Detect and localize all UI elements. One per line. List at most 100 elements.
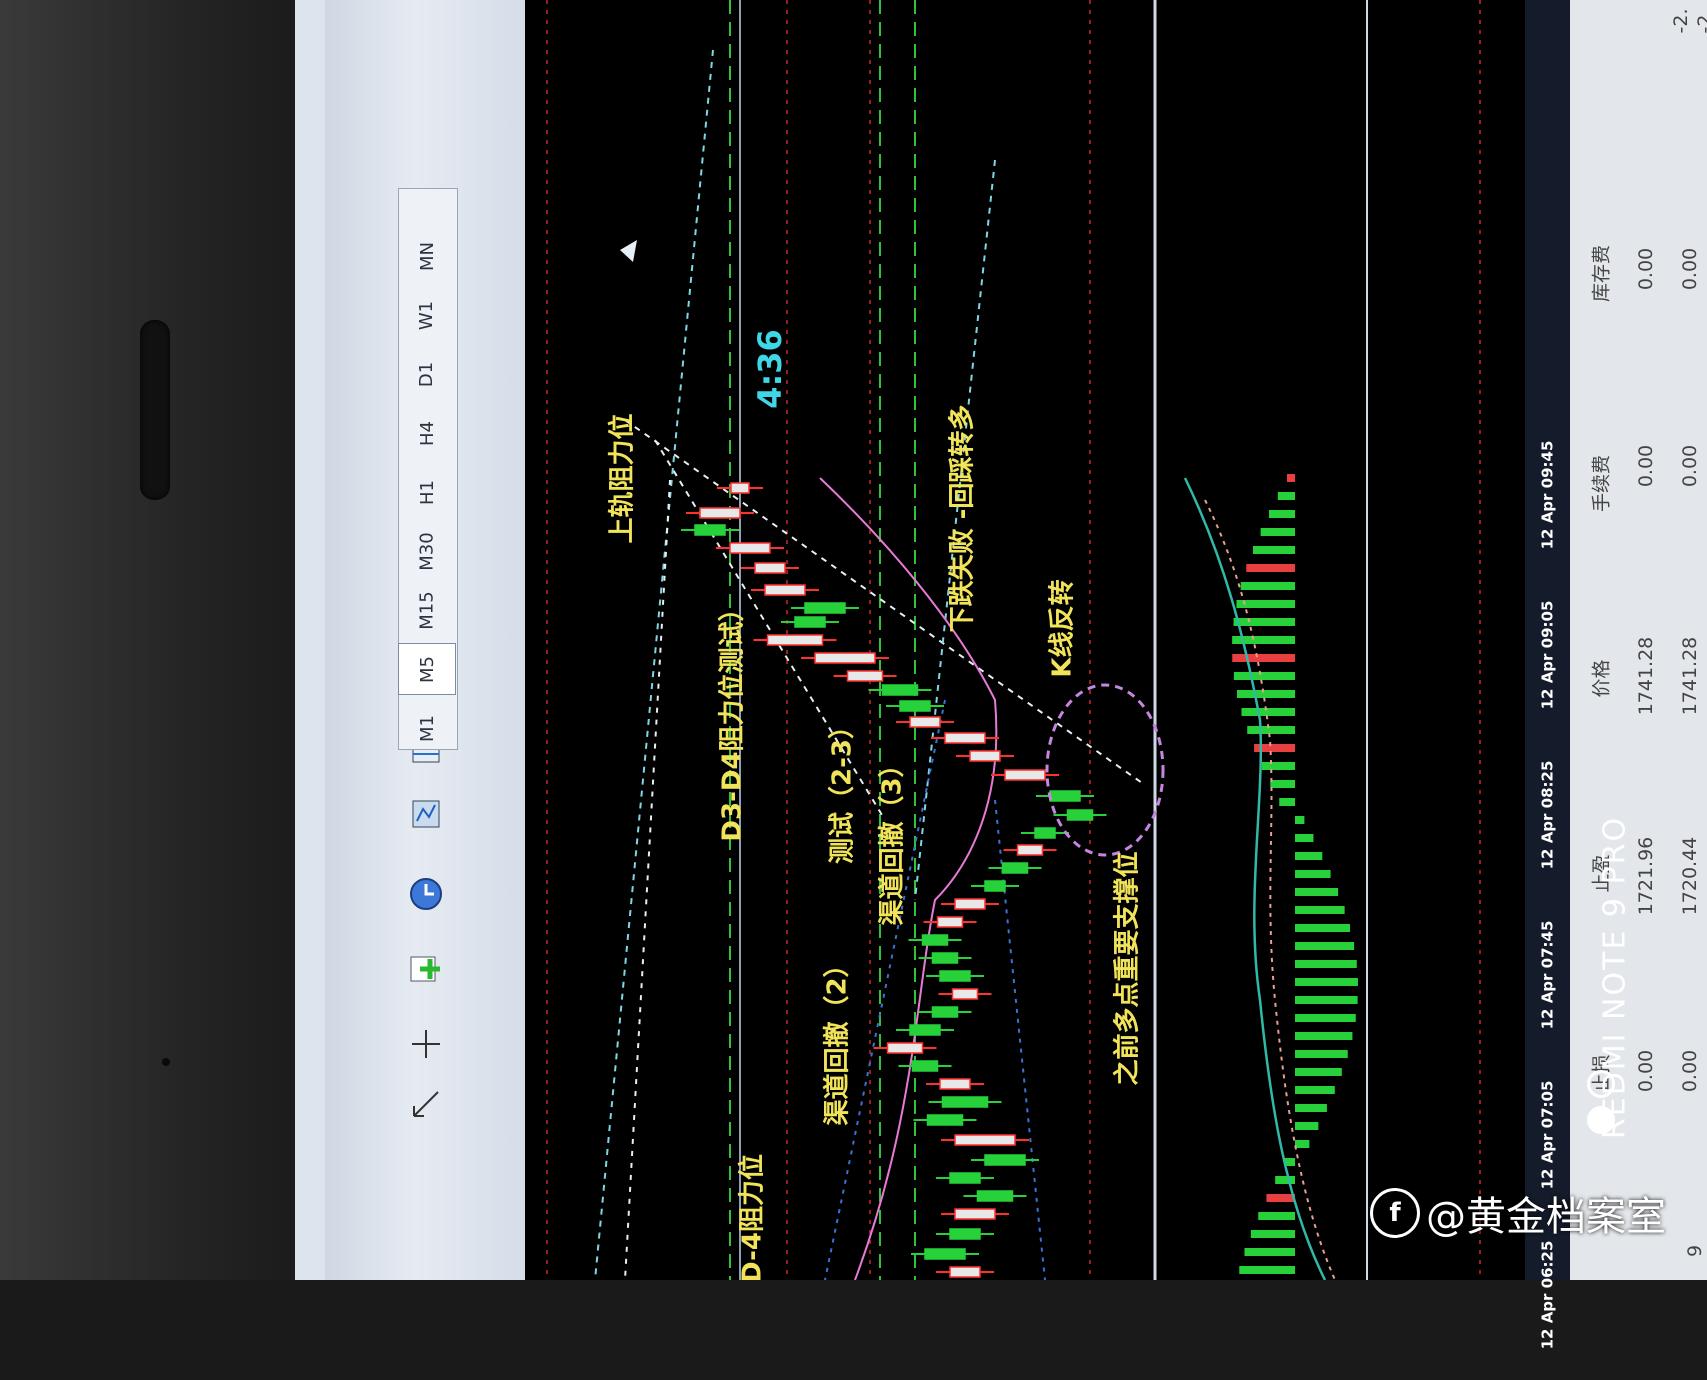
histogram-bar <box>1246 564 1295 572</box>
edge-value: -2. <box>1694 8 1707 34</box>
candle-body <box>931 1006 959 1018</box>
histogram-bar <box>1295 852 1323 860</box>
histogram-bar <box>1244 1248 1295 1256</box>
histogram-bar <box>1260 528 1295 536</box>
histogram-bar <box>1295 1032 1353 1040</box>
histogram-bar <box>1232 654 1295 662</box>
storage-value: 0.00 <box>1679 247 1701 291</box>
timeframe-label: M1 <box>416 714 438 742</box>
histogram-bar <box>1279 798 1295 806</box>
timeframe-m5[interactable]: M5 <box>398 643 456 695</box>
toutiao-logo-icon: f <box>1370 1188 1420 1238</box>
candle-body <box>1004 769 1046 781</box>
timeframe-label: M5 <box>416 655 438 683</box>
candle-body <box>939 970 971 982</box>
time-axis: 12 Apr 09:45 12 Apr 09:05 12 Apr 08:25 1… <box>1525 0 1570 1349</box>
candle-body <box>1034 827 1056 839</box>
watermark-text: @黄金档案室 <box>1426 1194 1666 1240</box>
channel-line-white <box>624 479 671 1280</box>
histogram-bar <box>1241 708 1295 716</box>
annotation-failure: 下跌失败 -回踩转多 <box>947 404 978 633</box>
timeframe-label: H1 <box>416 479 438 505</box>
cursor-arrow-icon <box>620 240 637 262</box>
histogram-bar <box>1295 1122 1319 1130</box>
annotation-upper_rail: 上轨阻力位 <box>607 413 638 544</box>
histogram-bar <box>1258 1212 1295 1220</box>
histogram-bar <box>1275 1176 1295 1184</box>
candle-body <box>764 584 806 596</box>
timeframe-m15[interactable]: M15 <box>398 584 456 636</box>
camera-model: REDMI NOTE 9 PRO <box>1597 815 1633 1140</box>
price-chart[interactable]: 上轨阻力位 D3-D4阻力位测试） 测试（2-3） 渠道回撤（3） 渠道回撤（2） 下跌失… <box>525 0 1525 1280</box>
price-value: 1741.28 <box>1635 636 1657 716</box>
histogram-bar <box>1295 816 1305 824</box>
candle-body <box>911 1060 939 1072</box>
timeframe-m1[interactable]: M1 <box>398 702 456 754</box>
histogram-bar <box>1270 780 1295 788</box>
timeframe-label: D1 <box>416 361 438 387</box>
candle-body <box>1049 790 1081 802</box>
timeframe-m30[interactable]: M30 <box>398 525 456 577</box>
annotation-pullback2: 渠道回撤（2） <box>822 951 853 1126</box>
source-watermark: f @黄金档案室 <box>1370 1185 1666 1241</box>
histogram-bar <box>1261 762 1295 770</box>
annotation-pullback3: 渠道回撤（3） <box>877 751 908 926</box>
histogram-bar <box>1295 1068 1342 1076</box>
chart-canvas <box>546 0 1481 1280</box>
histogram-bar <box>1233 672 1295 680</box>
timeframe-w1[interactable]: W1 <box>398 289 456 341</box>
candle-body <box>939 1078 971 1090</box>
annotation-test: 测试（2-3） <box>827 713 858 864</box>
commission-value: 0.00 <box>1635 444 1657 488</box>
candle-body <box>949 1172 981 1184</box>
candle-body <box>984 1154 1026 1166</box>
histogram-bar <box>1239 1266 1295 1274</box>
timeframe-mn[interactable]: MN <box>398 230 456 282</box>
annotation-kline: K线反转 <box>1047 579 1078 678</box>
clock-button[interactable] <box>402 870 450 918</box>
candle-body <box>881 684 919 696</box>
candle-body <box>941 1096 989 1108</box>
candle-body <box>949 1228 981 1240</box>
crosshair-tool-button[interactable] <box>402 1020 450 1068</box>
histogram-bar <box>1295 870 1331 878</box>
annotation-support: 之前多点重要支撑位 <box>1112 851 1143 1086</box>
candle-body <box>730 482 750 494</box>
edge-value: -2. <box>1670 8 1692 34</box>
edge-digit: 9 <box>1684 1244 1706 1258</box>
histogram-bar <box>1240 582 1295 590</box>
add-chart-icon <box>410 956 440 982</box>
template-icon <box>412 800 440 828</box>
camera-watermark: REDMI NOTE 9 PRO <box>1580 760 1650 1190</box>
clock-icon <box>410 878 442 910</box>
histogram-bar <box>1295 942 1355 950</box>
histogram-bar <box>1233 618 1295 626</box>
candle-body <box>926 1114 964 1126</box>
histogram-bar <box>1266 1194 1295 1202</box>
candle-body <box>984 880 1006 892</box>
histogram-bar <box>1250 1230 1295 1238</box>
histogram-bar <box>1295 1140 1310 1148</box>
histogram-bar <box>1247 726 1295 734</box>
timeframe-h1[interactable]: H1 <box>398 466 456 518</box>
histogram-bar <box>1295 834 1314 842</box>
sl-value: 0.00 <box>1679 1049 1701 1093</box>
price-header: 价格 <box>1590 659 1613 698</box>
template-button[interactable] <box>402 790 450 838</box>
line-tool-icon <box>413 1091 439 1117</box>
candle-body <box>1016 844 1044 856</box>
histogram-bar <box>1295 1104 1327 1112</box>
new-chart-button[interactable] <box>402 945 450 993</box>
crosshair-icon <box>412 1030 440 1058</box>
histogram-bar <box>1295 1014 1356 1022</box>
timeframe-label: W1 <box>416 300 438 330</box>
candle-body <box>794 616 826 628</box>
commission-header: 手续费 <box>1590 455 1613 513</box>
timeframe-d1[interactable]: D1 <box>398 348 456 400</box>
line-tool-button[interactable] <box>402 1080 450 1128</box>
candle-body <box>954 898 986 910</box>
timeframe-h4[interactable]: H4 <box>398 407 456 459</box>
candle-body <box>954 1134 1016 1146</box>
histogram-bar <box>1295 996 1358 1004</box>
bezel-hinge <box>140 320 170 500</box>
